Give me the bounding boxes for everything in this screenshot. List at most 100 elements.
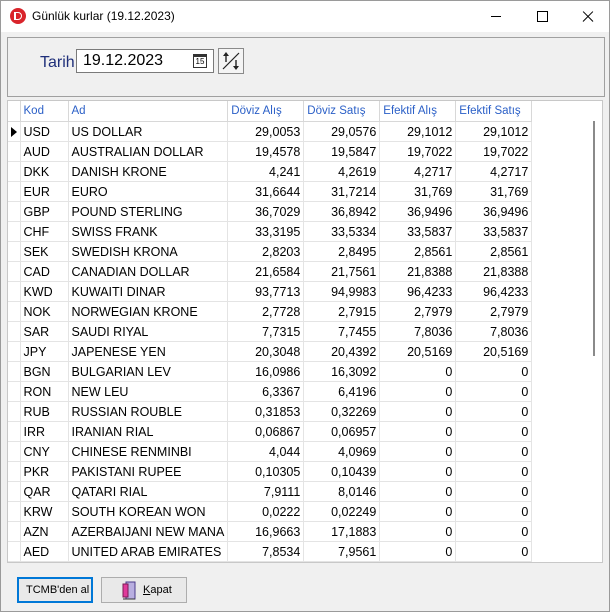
cell-doviz-satis[interactable]: 36,8942 bbox=[303, 201, 381, 222]
cell-ad[interactable]: BULGARIAN LEV bbox=[68, 361, 229, 382]
table-row[interactable]: SAR SAUDI RIYAL 7,7315 7,7455 7,8036 7,8036 bbox=[8, 321, 533, 342]
table-row[interactable]: CHF SWISS FRANK 33,3195 33,5334 33,5837 33,58… bbox=[8, 221, 533, 242]
cell-doviz-alis[interactable]: 29,0053 bbox=[227, 121, 305, 142]
cell-kod[interactable]: RON bbox=[20, 381, 69, 402]
col-doviz-satis-header[interactable]: Döviz Satış bbox=[303, 101, 381, 122]
col-efektif-satis-header[interactable]: Efektif Satış bbox=[455, 101, 533, 122]
table-row[interactable]: RUB RUSSIAN ROUBLE 0,31853 0,32269 0 0 bbox=[8, 401, 533, 422]
cell-kod[interactable]: AED bbox=[20, 541, 69, 562]
cell-kod[interactable]: CHF bbox=[20, 221, 69, 242]
cell-efektif-alis[interactable]: 0 bbox=[379, 481, 457, 502]
cell-efektif-alis[interactable]: 36,9496 bbox=[379, 201, 457, 222]
cell-doviz-alis[interactable]: 4,044 bbox=[227, 441, 305, 462]
cell-ad[interactable]: US DOLLAR bbox=[68, 121, 229, 142]
close-button[interactable]: Kapat bbox=[101, 577, 187, 603]
cell-efektif-alis[interactable]: 7,8036 bbox=[379, 321, 457, 342]
cell-kod[interactable]: KRW bbox=[20, 501, 69, 522]
cell-efektif-alis[interactable]: 0 bbox=[379, 541, 457, 562]
col-kod-header[interactable]: Kod bbox=[20, 101, 69, 122]
table-row[interactable]: AUD AUSTRALIAN DOLLAR 19,4578 19,5847 19,702… bbox=[8, 141, 533, 162]
cell-ad[interactable]: QATARI RIAL bbox=[68, 481, 229, 502]
cell-kod[interactable]: DKK bbox=[20, 161, 69, 182]
cell-doviz-satis[interactable]: 19,5847 bbox=[303, 141, 381, 162]
table-row[interactable]: SEK SWEDISH KRONA 2,8203 2,8495 2,8561 2,8561 bbox=[8, 241, 533, 262]
cell-doviz-satis[interactable]: 0,06957 bbox=[303, 421, 381, 442]
cell-doviz-alis[interactable]: 0,0222 bbox=[227, 501, 305, 522]
cell-doviz-satis[interactable]: 0,32269 bbox=[303, 401, 381, 422]
table-row[interactable]: KRW SOUTH KOREAN WON 0,0222 0,02249 0 0 bbox=[8, 501, 533, 522]
cell-doviz-satis[interactable]: 7,9561 bbox=[303, 541, 381, 562]
cell-ad[interactable]: POUND STERLING bbox=[68, 201, 229, 222]
calendar-icon[interactable]: 15 bbox=[193, 54, 207, 68]
cell-doviz-alis[interactable]: 19,4578 bbox=[227, 141, 305, 162]
cell-efektif-alis[interactable]: 96,4233 bbox=[379, 281, 457, 302]
cell-ad[interactable]: EURO bbox=[68, 181, 229, 202]
cell-doviz-satis[interactable]: 20,4392 bbox=[303, 341, 381, 362]
table-row[interactable]: RON NEW LEU 6,3367 6,4196 0 0 bbox=[8, 381, 533, 402]
date-picker[interactable]: 19.12.2023 15 bbox=[76, 49, 214, 73]
table-row[interactable]: QAR QATARI RIAL 7,9111 8,0146 0 0 bbox=[8, 481, 533, 502]
cell-ad[interactable]: SWEDISH KRONA bbox=[68, 241, 229, 262]
cell-efektif-satis[interactable]: 0 bbox=[455, 421, 533, 442]
table-row[interactable]: KWD KUWAITI DINAR 93,7713 94,9983 96,4233 96,… bbox=[8, 281, 533, 302]
cell-efektif-alis[interactable]: 20,5169 bbox=[379, 341, 457, 362]
table-row[interactable]: PKR PAKISTANI RUPEE 0,10305 0,10439 0 0 bbox=[8, 461, 533, 482]
cell-efektif-satis[interactable]: 0 bbox=[455, 381, 533, 402]
cell-efektif-satis[interactable]: 0 bbox=[455, 461, 533, 482]
cell-ad[interactable]: RUSSIAN ROUBLE bbox=[68, 401, 229, 422]
cell-kod[interactable]: QAR bbox=[20, 481, 69, 502]
cell-efektif-alis[interactable]: 0 bbox=[379, 521, 457, 542]
cell-ad[interactable]: SWISS FRANK bbox=[68, 221, 229, 242]
vertical-scrollbar[interactable] bbox=[593, 121, 595, 356]
cell-ad[interactable]: SOUTH KOREAN WON bbox=[68, 501, 229, 522]
cell-doviz-satis[interactable]: 0,02249 bbox=[303, 501, 381, 522]
cell-doviz-satis[interactable]: 16,3092 bbox=[303, 361, 381, 382]
cell-efektif-satis[interactable]: 0 bbox=[455, 521, 533, 542]
cell-efektif-alis[interactable]: 2,8561 bbox=[379, 241, 457, 262]
cell-efektif-satis[interactable]: 96,4233 bbox=[455, 281, 533, 302]
cell-doviz-alis[interactable]: 16,0986 bbox=[227, 361, 305, 382]
cell-efektif-satis[interactable]: 7,8036 bbox=[455, 321, 533, 342]
cell-doviz-satis[interactable]: 29,0576 bbox=[303, 121, 381, 142]
date-value[interactable]: 19.12.2023 bbox=[83, 52, 163, 70]
cell-doviz-alis[interactable]: 20,3048 bbox=[227, 341, 305, 362]
cell-efektif-satis[interactable]: 0 bbox=[455, 441, 533, 462]
cell-doviz-satis[interactable]: 0,10439 bbox=[303, 461, 381, 482]
cell-efektif-alis[interactable]: 31,769 bbox=[379, 181, 457, 202]
cell-efektif-satis[interactable]: 4,2717 bbox=[455, 161, 533, 182]
cell-doviz-satis[interactable]: 33,5334 bbox=[303, 221, 381, 242]
cell-efektif-alis[interactable]: 0 bbox=[379, 421, 457, 442]
cell-kod[interactable]: BGN bbox=[20, 361, 69, 382]
cell-ad[interactable]: NORWEGIAN KRONE bbox=[68, 301, 229, 322]
cell-doviz-satis[interactable]: 2,8495 bbox=[303, 241, 381, 262]
cell-doviz-alis[interactable]: 93,7713 bbox=[227, 281, 305, 302]
cell-efektif-satis[interactable]: 33,5837 bbox=[455, 221, 533, 242]
table-row[interactable]: NOK NORWEGIAN KRONE 2,7728 2,7915 2,7979 2,79… bbox=[8, 301, 533, 322]
table-row[interactable]: CNY CHINESE RENMINBI 4,044 4,0969 0 0 bbox=[8, 441, 533, 462]
cell-doviz-alis[interactable]: 4,241 bbox=[227, 161, 305, 182]
cell-efektif-alis[interactable]: 0 bbox=[379, 461, 457, 482]
cell-efektif-satis[interactable]: 36,9496 bbox=[455, 201, 533, 222]
cell-kod[interactable]: CNY bbox=[20, 441, 69, 462]
cell-efektif-alis[interactable]: 0 bbox=[379, 401, 457, 422]
cell-efektif-satis[interactable]: 21,8388 bbox=[455, 261, 533, 282]
cell-doviz-alis[interactable]: 7,9111 bbox=[227, 481, 305, 502]
cell-doviz-satis[interactable]: 94,9983 bbox=[303, 281, 381, 302]
cell-efektif-alis[interactable]: 0 bbox=[379, 381, 457, 402]
minimize-button[interactable] bbox=[473, 1, 519, 32]
col-efektif-alis-header[interactable]: Efektif Alış bbox=[379, 101, 457, 122]
cell-doviz-alis[interactable]: 7,7315 bbox=[227, 321, 305, 342]
cell-ad[interactable]: DANISH KRONE bbox=[68, 161, 229, 182]
table-row[interactable]: AED UNITED ARAB EMIRATES 7,8534 7,9561 0 0 bbox=[8, 541, 533, 562]
cell-doviz-alis[interactable]: 0,06867 bbox=[227, 421, 305, 442]
cell-kod[interactable]: CAD bbox=[20, 261, 69, 282]
maximize-button[interactable] bbox=[519, 1, 565, 32]
cell-ad[interactable]: JAPENESE YEN bbox=[68, 341, 229, 362]
cell-doviz-alis[interactable]: 7,8534 bbox=[227, 541, 305, 562]
cell-efektif-satis[interactable]: 0 bbox=[455, 541, 533, 562]
cell-efektif-satis[interactable]: 2,7979 bbox=[455, 301, 533, 322]
cell-efektif-satis[interactable]: 0 bbox=[455, 361, 533, 382]
cell-ad[interactable]: KUWAITI DINAR bbox=[68, 281, 229, 302]
sort-button[interactable] bbox=[218, 48, 244, 74]
cell-efektif-alis[interactable]: 21,8388 bbox=[379, 261, 457, 282]
